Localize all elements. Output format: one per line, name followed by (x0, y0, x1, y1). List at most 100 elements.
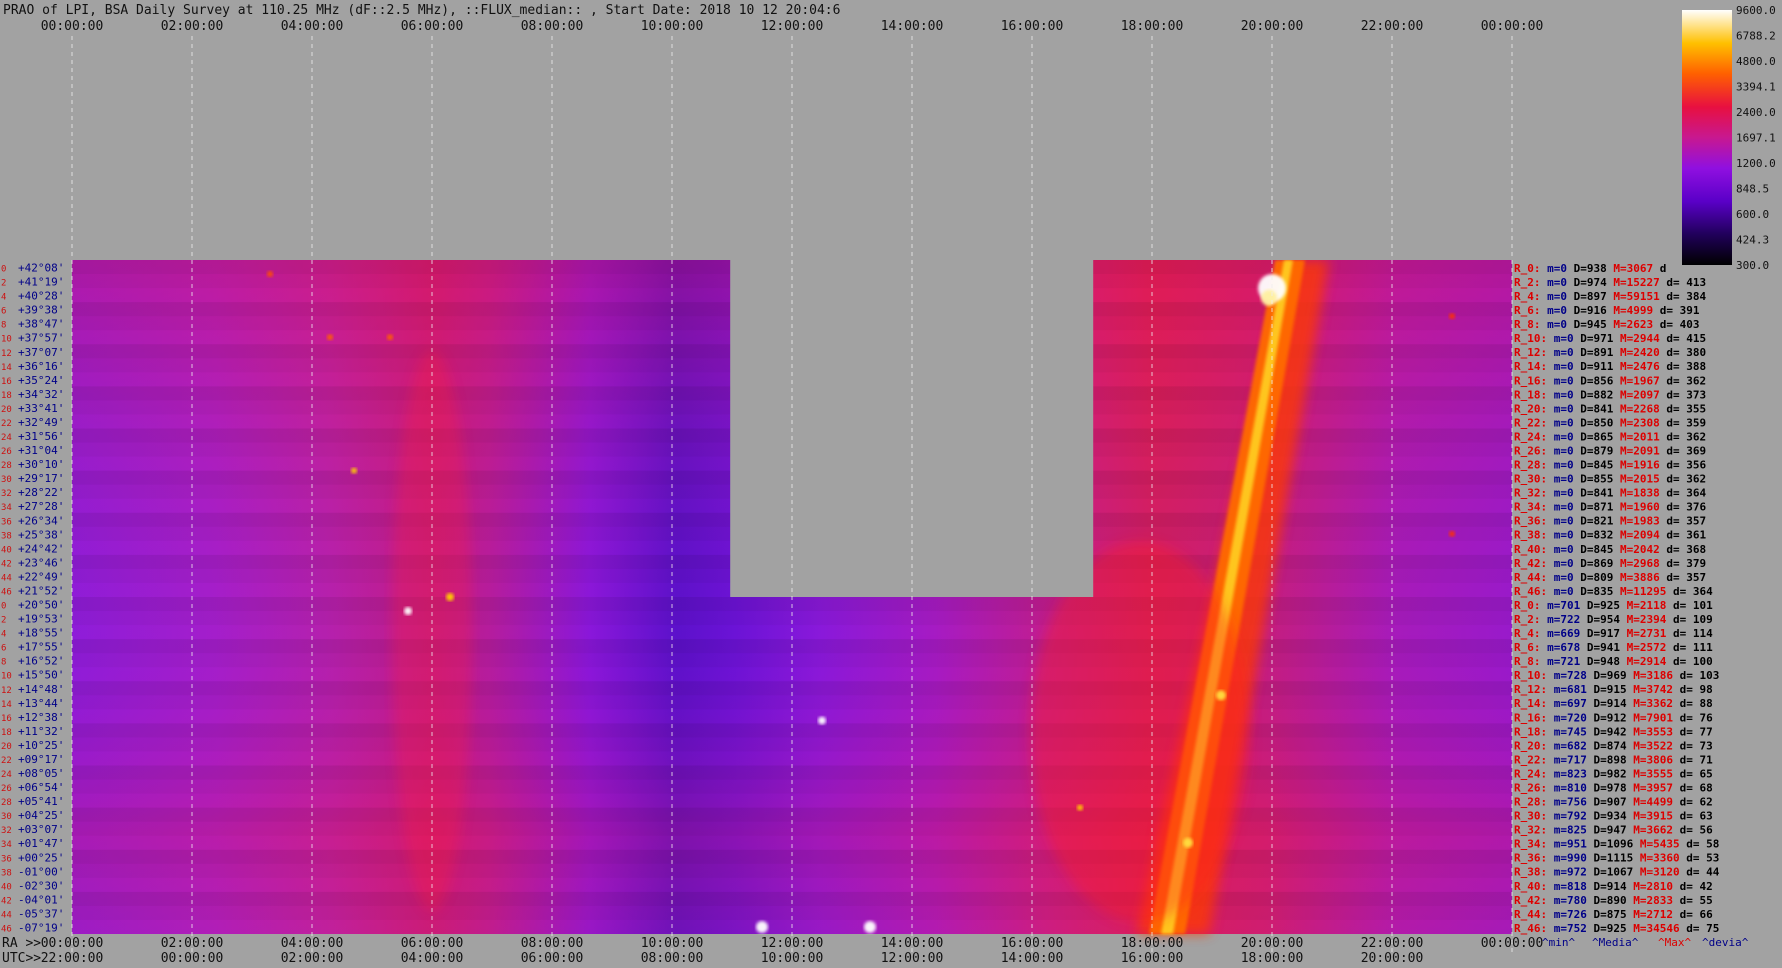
row-stat-part: R_16: (1514, 374, 1547, 387)
colorbar-tick-label: 424.3 (1736, 234, 1769, 247)
row-index-label: 44 (1, 910, 12, 920)
radio-source (267, 271, 273, 278)
row-stat-part: R_44: (1514, 571, 1547, 584)
row-stat-part: D=1096 (1587, 838, 1634, 851)
row-stat-part: d= 44 (1680, 866, 1720, 879)
row-stat-part: m=818 (1547, 880, 1587, 893)
row-stat-part: D=890 (1587, 894, 1627, 907)
row-index-label: 10 (1, 335, 12, 345)
row-stat-part: m=0 (1547, 444, 1574, 457)
row-stat-part: M=2011 (1613, 430, 1660, 443)
declination-label: +18°55' (18, 627, 64, 640)
row-stat-part: R_42: (1514, 894, 1547, 907)
chart-title: PRAO of LPI, BSA Daily Survey at 110.25 … (3, 3, 840, 18)
ra-tick-label: 00:00:00 (41, 936, 104, 951)
top-tick-label: 10:00:00 (641, 19, 704, 34)
row-stat-part: D=871 (1574, 501, 1614, 514)
row-stat: R_2: m=0 D=974 M=15227 d= 413 (1514, 276, 1706, 289)
row-stat-part: M=7901 (1627, 711, 1674, 724)
row-stat-part: D=978 (1587, 781, 1627, 794)
row-stat-part: d= 391 (1653, 304, 1700, 317)
declination-label: +33°41' (18, 402, 64, 415)
row-stat-part: R_4: (1514, 290, 1541, 303)
row-stat: R_32: m=825 D=947 M=3662 d= 56 (1514, 824, 1713, 837)
row-stat: R_38: m=972 D=1067 M=3120 d= 44 (1514, 866, 1720, 879)
row-stat-part: d= 384 (1660, 290, 1707, 303)
row-stat: R_18: m=0 D=882 M=2097 d= 373 (1514, 388, 1706, 401)
row-stat-part: D=865 (1574, 430, 1614, 443)
row-stat: R_32: m=0 D=841 M=1838 d= 364 (1514, 487, 1706, 500)
colorbar-tick-label: 4800.0 (1736, 55, 1776, 68)
row-stat-part: R_24: (1514, 430, 1547, 443)
row-stat-part: D=882 (1574, 388, 1614, 401)
row-stat-part: m=823 (1547, 767, 1587, 780)
row-stat: R_12: m=681 D=915 M=3742 d= 98 (1514, 683, 1713, 696)
row-stat-part: D=942 (1587, 725, 1627, 738)
row-stat-part: M=2623 (1607, 318, 1653, 331)
row-stat-part: d= 75 (1680, 922, 1720, 935)
row-stat-part: M=15227 (1607, 276, 1660, 289)
row-stat-part: R_6: (1514, 304, 1541, 317)
row-stat-part: d= 379 (1660, 557, 1706, 570)
row-stat-part: M=3886 (1613, 571, 1660, 584)
row-stat-part: d= 55 (1673, 894, 1713, 907)
row-stat-part: D=898 (1587, 753, 1627, 766)
row-stat-part: M=3067 (1607, 262, 1653, 275)
row-stat-part: d= 77 (1673, 725, 1713, 738)
row-stat-part: m=0 (1547, 501, 1574, 514)
declination-label: +03°07' (18, 823, 64, 836)
row-stat-part: D=879 (1574, 444, 1614, 457)
row-stat: R_26: m=0 D=879 M=2091 d= 369 (1514, 444, 1706, 457)
row-stat-part: M=5435 (1633, 838, 1679, 851)
row-stat-part: R_2: (1514, 613, 1541, 626)
row-index-label: 18 (1, 728, 12, 738)
row-stat-part: m=0 (1541, 290, 1568, 303)
ra-tick-label: 00:00:00 (1481, 936, 1544, 951)
row-stat-part: D=914 (1587, 880, 1627, 893)
row-stat-part: R_40: (1514, 880, 1547, 893)
footer-legend-item: ^min^ (1542, 936, 1575, 949)
row-stat: R_14: m=0 D=911 M=2476 d= 388 (1514, 360, 1706, 373)
row-stat-part: d= 355 (1660, 402, 1706, 415)
radio-source (446, 593, 454, 601)
row-stat: R_40: m=0 D=845 M=2042 d= 368 (1514, 543, 1706, 556)
row-stat-part: d= 388 (1660, 360, 1706, 373)
colorbar-tick-label: 3394.1 (1736, 81, 1776, 94)
declination-label: -02°30' (18, 879, 64, 892)
row-stat-part: d= 88 (1673, 697, 1713, 710)
diffuse-emission (1030, 541, 1250, 922)
row-index-label: 30 (1, 475, 12, 485)
row-stat-part: D=845 (1574, 543, 1614, 556)
row-stat: R_4: m=0 D=897 M=59151 d= 384 (1514, 290, 1706, 303)
row-stat-part: D=891 (1574, 346, 1614, 359)
row-stat-part: m=0 (1547, 557, 1574, 570)
row-stat-part: d= 380 (1660, 346, 1706, 359)
declination-label: +01°47' (18, 837, 64, 850)
row-stat-part: M=2118 (1620, 599, 1666, 612)
declination-label: +04°25' (18, 809, 64, 822)
row-stat-part: M=3915 (1627, 810, 1673, 823)
declination-label: +37°07' (18, 346, 64, 359)
declination-label: -07°19' (18, 921, 64, 934)
declination-label: +36°16' (18, 360, 64, 373)
row-stat: R_10: m=0 D=971 M=2944 d= 415 (1514, 332, 1706, 345)
row-index-label: 4 (1, 293, 6, 303)
row-index-label: 30 (1, 812, 12, 822)
row-stat-part: D=841 (1574, 487, 1614, 500)
row-stat-part: M=3553 (1627, 725, 1673, 738)
declination-label: +14°48' (18, 683, 64, 696)
row-stat-part: d= 368 (1660, 543, 1706, 556)
declination-label: +20°50' (18, 599, 64, 612)
colorbar-tick-label: 600.0 (1736, 208, 1769, 221)
row-index-label: 32 (1, 489, 12, 499)
row-index-label: 2 (1, 279, 6, 289)
row-stat-part: D=907 (1587, 796, 1627, 809)
row-stat: R_4: m=669 D=917 M=2731 d= 114 (1514, 627, 1713, 640)
row-stat-part: M=2572 (1620, 641, 1666, 654)
radio-source (404, 607, 412, 616)
row-stat-part: d= 403 (1653, 318, 1699, 331)
row-index-label: 24 (1, 770, 12, 780)
utc-tick-label: 12:00:00 (881, 951, 944, 966)
row-stat-part: d= 103 (1673, 669, 1719, 682)
row-stat-part: m=701 (1541, 599, 1581, 612)
